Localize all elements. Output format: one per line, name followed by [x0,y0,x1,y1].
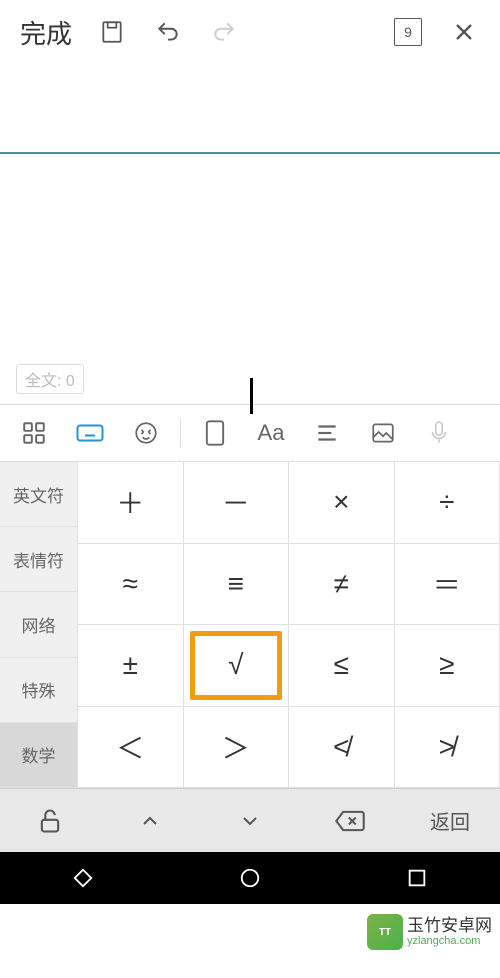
nav-back-icon[interactable] [63,858,103,898]
page-number-indicator[interactable]: 9 [384,8,432,56]
category-tab-english-symbols[interactable]: 英文符 [0,462,78,527]
lock-key[interactable] [0,789,100,852]
apps-icon[interactable] [8,413,60,453]
symbol-key-notequal[interactable]: ≠ [289,544,395,626]
keyboard-icon[interactable] [64,413,116,453]
mic-icon[interactable] [413,413,465,453]
category-tab-special[interactable]: 特殊 [0,658,78,723]
top-toolbar: 完成 9 [0,0,500,64]
close-icon[interactable] [440,8,488,56]
symbol-key-minus[interactable]: － [184,462,290,544]
save-icon[interactable] [88,8,136,56]
category-tab-network[interactable]: 网络 [0,592,78,657]
watermark: TT 玉竹安卓网 yzlangcha.com [367,914,492,950]
symbol-key-plus[interactable]: ＋ [78,462,184,544]
symbol-key-lte[interactable]: ≤ [289,625,395,707]
android-nav-bar [0,852,500,904]
watermark-logo: TT [367,914,403,950]
fullscreen-icon[interactable] [189,413,241,453]
symbol-key-divide[interactable]: ÷ [395,462,500,544]
return-key[interactable]: 返回 [400,789,500,852]
nav-home-icon[interactable] [230,858,270,898]
backspace-key[interactable] [300,789,400,852]
symbol-grid: ＋ － × ÷ ≈ ≡ ≠ ＝ ± √ ≤ ≥ ＜ ＞ ≮ ≯ [78,462,500,788]
symbol-keyboard: 英文符 表情符 网络 特殊 数学 ＋ － × ÷ ≈ ≡ ≠ ＝ ± √ ≤ ≥… [0,462,500,788]
symbol-key-ngt[interactable]: ≯ [395,707,500,789]
editor-content-area[interactable]: 全文: 0 [0,154,500,404]
symbol-key-gt[interactable]: ＞ [184,707,290,789]
symbol-key-lt[interactable]: ＜ [78,707,184,789]
symbol-key-identical[interactable]: ≡ [184,544,290,626]
symbol-key-approx[interactable]: ≈ [78,544,184,626]
symbol-key-nlt[interactable]: ≮ [289,707,395,789]
down-key[interactable] [200,789,300,852]
category-tab-math[interactable]: 数学 [0,723,78,788]
watermark-url: yzlangcha.com [407,935,492,947]
undo-icon[interactable] [144,8,192,56]
symbol-key-gte[interactable]: ≥ [395,625,500,707]
symbol-key-sqrt[interactable]: √ [184,625,290,707]
nav-recent-icon[interactable] [397,858,437,898]
symbol-key-plusminus[interactable]: ± [78,625,184,707]
watermark-title: 玉竹安卓网 [407,917,492,936]
image-icon[interactable] [357,413,409,453]
symbol-key-equal[interactable]: ＝ [395,544,500,626]
align-icon[interactable] [301,413,353,453]
editor-header-area[interactable] [0,64,500,154]
word-count-label: 全文: 0 [16,364,84,394]
redo-icon [200,8,248,56]
category-tab-emoji-symbols[interactable]: 表情符 [0,527,78,592]
done-button[interactable]: 完成 [12,14,80,51]
up-key[interactable] [100,789,200,852]
category-tabs: 英文符 表情符 网络 特殊 数学 [0,462,78,788]
text-cursor [250,378,253,414]
toolbar-divider [180,419,181,447]
font-icon[interactable]: Aa [245,413,297,453]
emoji-icon[interactable] [120,413,172,453]
keyboard-bottom-row: 返回 [0,788,500,852]
symbol-key-multiply[interactable]: × [289,462,395,544]
